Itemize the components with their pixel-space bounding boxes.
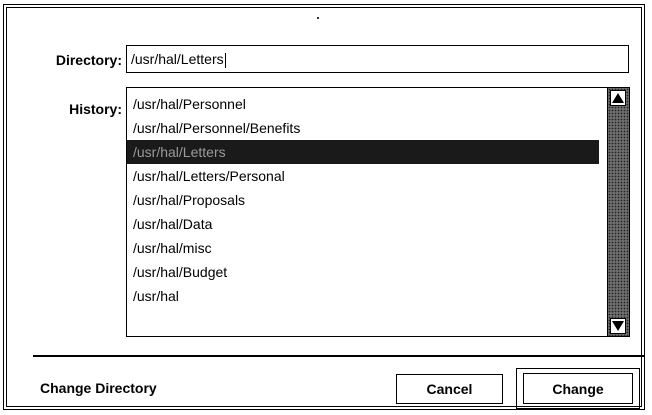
history-item[interactable]: /usr/hal/Personnel — [127, 92, 599, 116]
history-item[interactable]: /usr/hal/misc — [127, 236, 599, 260]
triangle-down-icon — [612, 321, 624, 331]
change-directory-dialog: Directory: /usr/hal/Letters History: /us… — [3, 4, 645, 410]
scroll-down-button[interactable] — [610, 318, 626, 334]
default-button-frame: Change — [516, 368, 640, 409]
history-item[interactable]: /usr/hal/Letters — [127, 140, 599, 164]
history-label: History: — [69, 101, 122, 117]
dialog-title: Change Directory — [40, 380, 157, 396]
history-list: /usr/hal/Personnel/usr/hal/Personnel/Ben… — [127, 92, 599, 308]
scroll-up-button[interactable] — [610, 90, 626, 106]
triangle-up-icon — [612, 93, 624, 103]
directory-input[interactable]: /usr/hal/Letters — [126, 45, 629, 73]
directory-input-value: /usr/hal/Letters — [131, 51, 224, 67]
history-item[interactable]: /usr/hal/Letters/Personal — [127, 164, 599, 188]
text-caret — [224, 52, 226, 68]
directory-label: Directory: — [55, 52, 122, 68]
history-item[interactable]: /usr/hal/Data — [127, 212, 599, 236]
history-item[interactable]: /usr/hal — [127, 284, 599, 308]
change-button[interactable]: Change — [523, 373, 633, 404]
history-item[interactable]: /usr/hal/Personnel/Benefits — [127, 116, 599, 140]
decorative-dot — [317, 17, 319, 19]
history-item[interactable]: /usr/hal/Budget — [127, 260, 599, 284]
cancel-button[interactable]: Cancel — [396, 374, 503, 404]
footer-separator — [33, 355, 645, 357]
history-scrollbar[interactable] — [607, 88, 629, 336]
history-listbox[interactable]: /usr/hal/Personnel/usr/hal/Personnel/Ben… — [126, 87, 630, 337]
history-item[interactable]: /usr/hal/Proposals — [127, 188, 599, 212]
